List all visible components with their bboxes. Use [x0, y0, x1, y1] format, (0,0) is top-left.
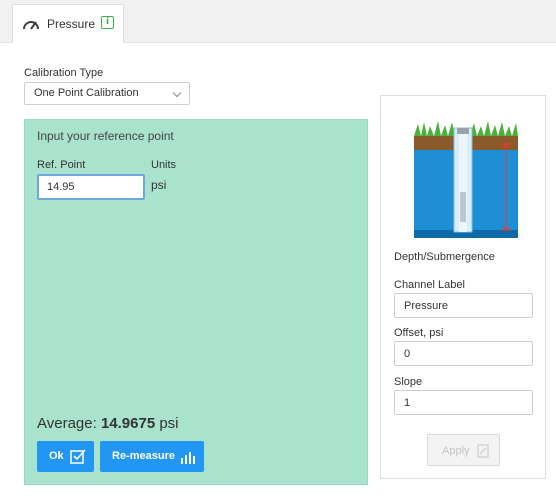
ok-button[interactable]: Ok: [37, 441, 94, 472]
ref-point-input[interactable]: [37, 174, 145, 200]
reference-point-panel: Input your reference point Ref. Point Un…: [24, 119, 368, 485]
slope-label: Slope: [394, 376, 423, 388]
channel-label-input[interactable]: [394, 293, 533, 318]
edit-document-icon: [477, 444, 489, 458]
slope-input[interactable]: [394, 390, 533, 415]
average-value: 14.9675: [100, 415, 156, 432]
ok-button-label: Ok: [49, 450, 64, 462]
ref-point-label: Ref. Point: [37, 159, 86, 171]
sensor-settings-panel: Depth/Submergence Channel Label Offset, …: [380, 95, 546, 479]
remeasure-button-label: Re-measure: [112, 450, 175, 462]
apply-button-label: Apply: [442, 445, 470, 457]
tab-pressure[interactable]: Pressure i: [12, 4, 124, 43]
calibration-type-value: One Point Calibration: [34, 87, 139, 99]
offset-input[interactable]: [394, 341, 533, 366]
units-label: Units: [151, 159, 177, 171]
offset-label: Offset, psi: [394, 327, 444, 339]
units-value: psi: [151, 178, 167, 192]
average-unit: psi: [159, 415, 179, 432]
info-icon[interactable]: i: [101, 16, 114, 29]
tab-label: Pressure: [47, 17, 96, 31]
reference-panel-title: Input your reference point: [37, 129, 174, 143]
tab-bar: Pressure i: [0, 0, 556, 43]
checkbox-check-icon: [70, 449, 86, 464]
depth-submergence-caption: Depth/Submergence: [394, 251, 495, 263]
calibration-type-select[interactable]: One Point Calibration: [24, 82, 190, 105]
average-readout: Average: 14.9675 psi: [37, 415, 179, 432]
gauge-icon: [23, 21, 39, 30]
calibration-type-label: Calibration Type: [24, 67, 104, 79]
apply-button[interactable]: Apply: [427, 434, 500, 466]
remeasure-button[interactable]: Re-measure: [100, 441, 204, 472]
bar-chart-icon: [181, 452, 195, 464]
chevron-down-icon: [172, 88, 182, 98]
submerged-sensor-illustration: [414, 121, 518, 238]
average-label: Average:: [37, 415, 97, 432]
channel-label-label: Channel Label: [394, 279, 465, 291]
